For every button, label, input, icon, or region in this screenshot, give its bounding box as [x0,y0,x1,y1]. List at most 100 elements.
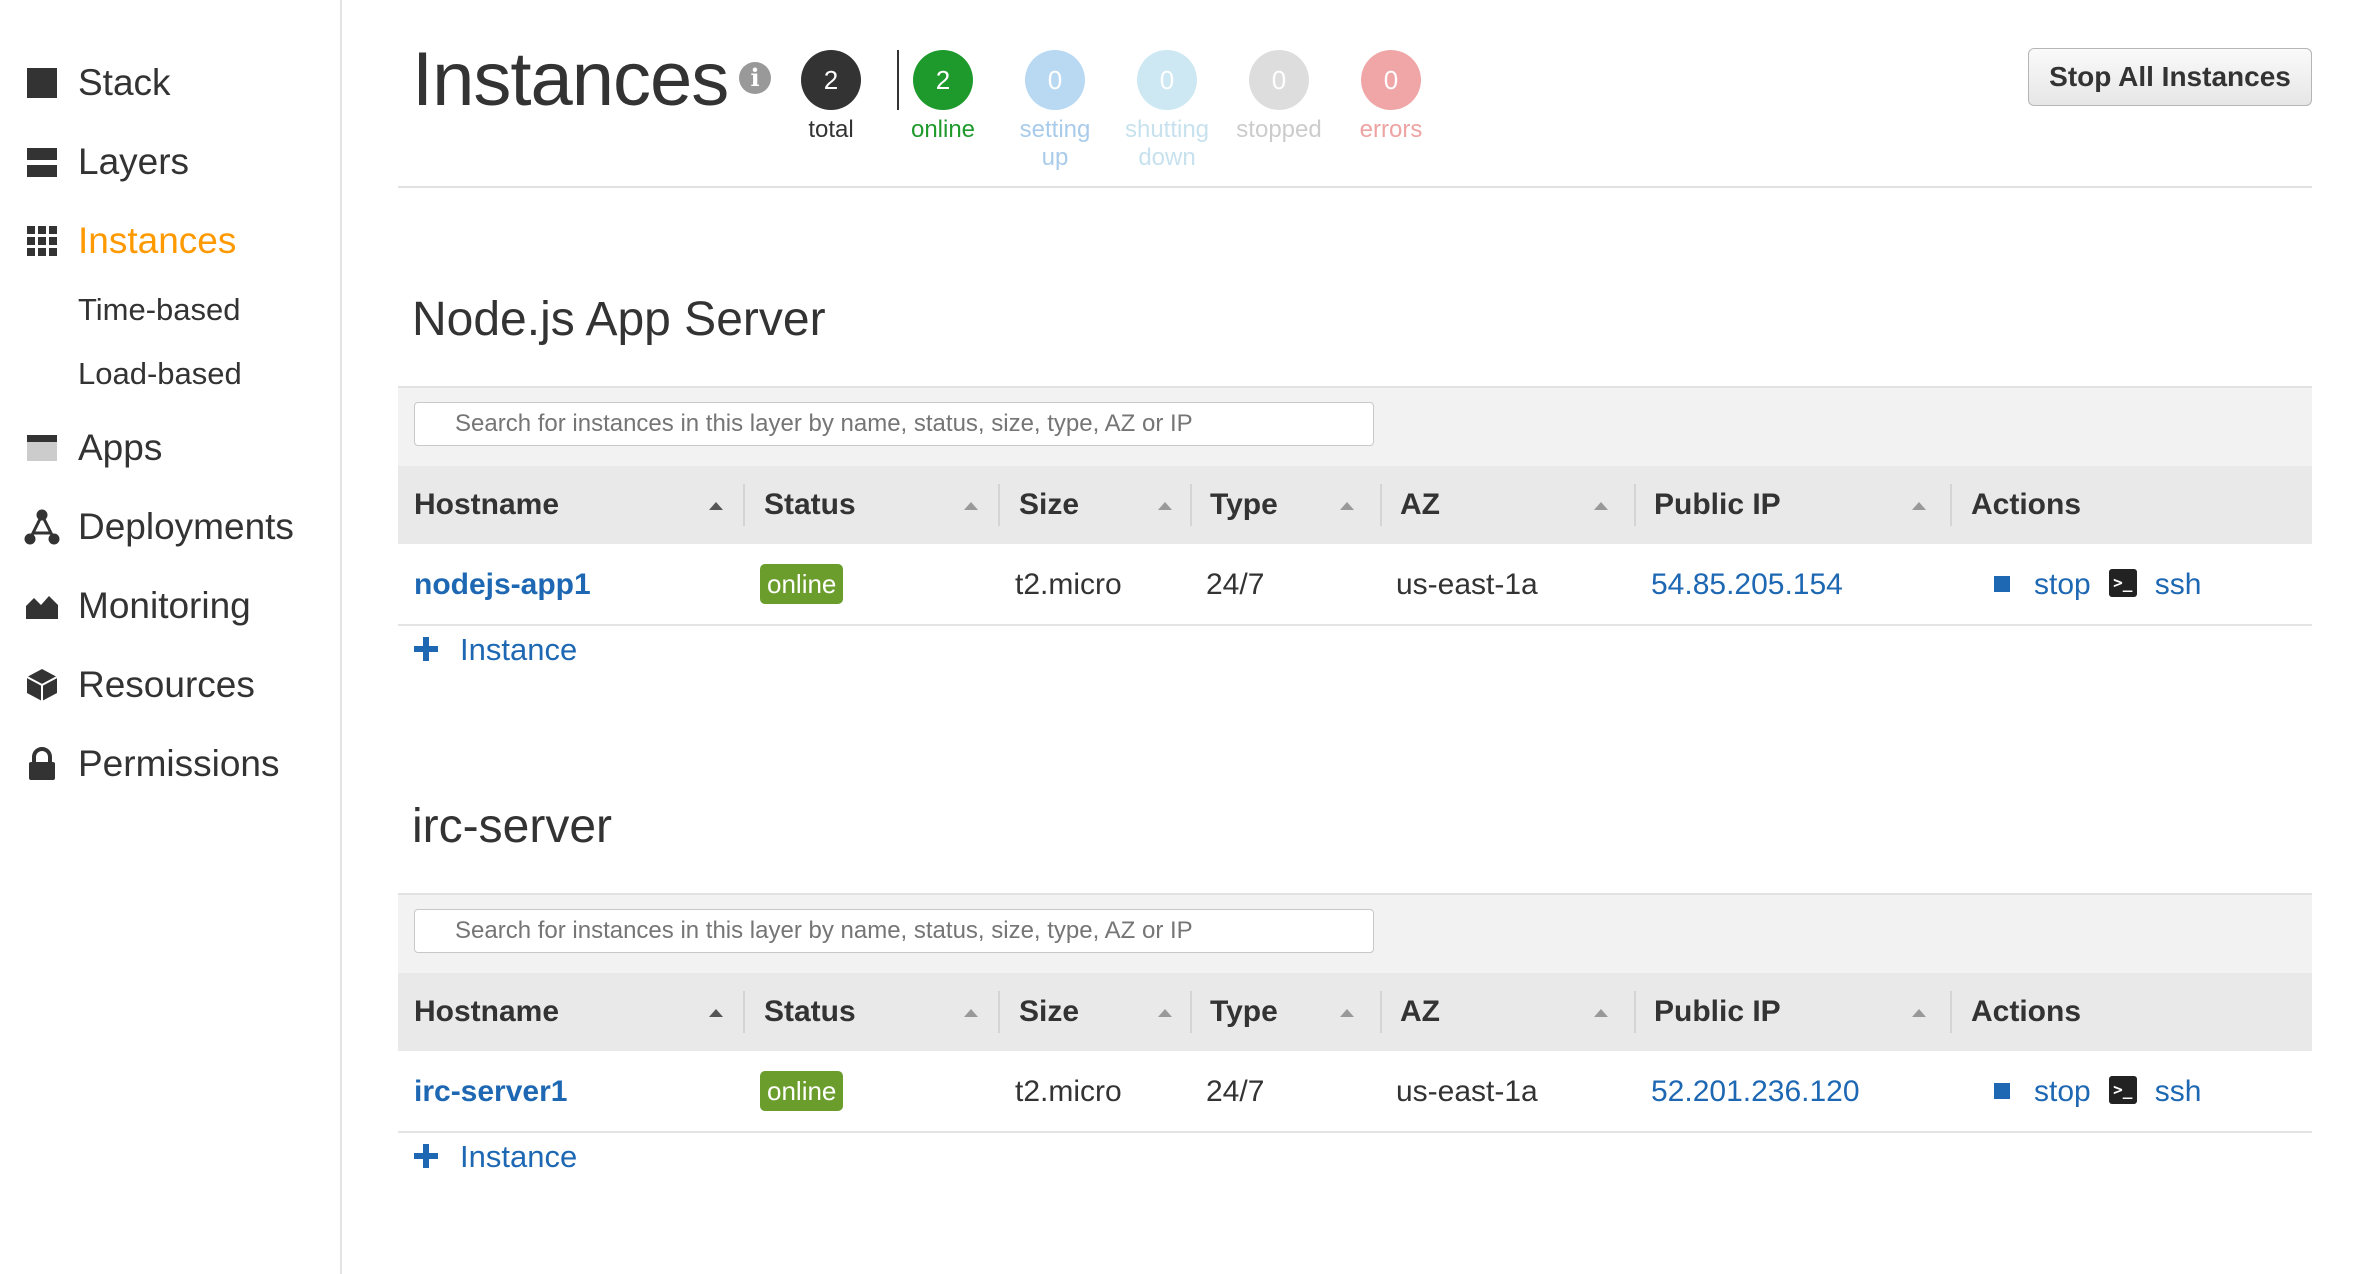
sort-arrow-icon[interactable] [964,502,978,510]
column-header-actions: Actions [1971,488,2082,521]
lock-icon [24,746,60,782]
public-ip-link[interactable]: 52.201.236.120 [1651,1053,1860,1131]
sidebar: Stack Layers Instances Time-based Load-b… [0,0,342,1274]
terminal-icon[interactable]: >_ [2108,569,2137,598]
column-header-type[interactable]: Type [1210,466,1278,544]
stat-online[interactable]: 2 online [883,50,1003,144]
sidebar-item-monitoring[interactable]: Monitoring [24,585,251,627]
sidebar-item-layers[interactable]: Layers [24,141,189,183]
hostname-link[interactable]: nodejs-app1 [414,546,591,624]
sort-arrow-icon[interactable] [1594,502,1608,510]
add-instance-button[interactable]: Instance [414,1139,577,1175]
sort-arrow-icon[interactable] [1912,502,1926,510]
stat-shutting-down[interactable]: 0 shutting down [1107,50,1227,172]
apps-icon [24,430,60,466]
stat-total[interactable]: 2 total [771,50,891,144]
sidebar-item-deployments[interactable]: Deployments [24,506,294,548]
info-icon[interactable]: i [739,62,771,94]
sidebar-item-apps[interactable]: Apps [24,427,162,469]
stat-stopped[interactable]: 0 stopped [1219,50,1339,144]
stat-label: setting up [1019,116,1091,171]
status-badge: online [760,1071,844,1112]
column-separator [1380,484,1382,526]
ssh-link[interactable]: ssh [2155,1075,2202,1108]
sidebar-item-label: Deployments [78,506,294,547]
stat-label: stopped [1236,116,1322,143]
sidebar-item-label: Permissions [78,743,280,784]
type-cell: 24/7 [1206,568,1265,601]
column-header-hostname[interactable]: Hostname [414,466,559,544]
sort-arrow-icon[interactable] [1912,1009,1926,1017]
table-header: Hostname Status Size Type AZ Public IP A… [398,466,2312,544]
size-cell: t2.micro [1015,568,1122,601]
az-cell: us-east-1a [1396,568,1538,601]
ssh-link[interactable]: ssh [2155,568,2202,601]
sidebar-item-instances[interactable]: Instances [24,220,236,262]
sort-arrow-icon[interactable] [1340,1009,1354,1017]
sidebar-subitem-time-based[interactable]: Time-based [78,292,241,328]
column-separator [1190,484,1192,526]
sort-arrow-icon[interactable] [964,1009,978,1017]
table-row: nodejs-app1 online t2.micro 24/7 us-east… [398,546,2312,626]
status-badge: online [760,564,844,605]
actions-cell: stop >_ ssh [1994,1053,2201,1131]
stat-count: 0 [1249,50,1309,110]
plus-icon [414,636,438,661]
column-header-public-ip[interactable]: Public IP [1654,466,1781,544]
stat-label: shutting down [1124,116,1210,171]
layers-icon [24,144,60,180]
sidebar-item-resources[interactable]: Resources [24,664,255,706]
hostname-link[interactable]: irc-server1 [414,1053,567,1131]
sort-arrow-icon[interactable] [1158,1009,1172,1017]
status-cell: online [760,1053,844,1131]
stat-label: online [910,116,976,143]
add-instance-button[interactable]: Instance [414,632,577,668]
stop-icon [1994,576,2010,593]
sort-arrow-icon[interactable] [1340,502,1354,510]
status-cell: online [760,546,844,624]
column-header-public-ip[interactable]: Public IP [1654,973,1781,1051]
monitoring-icon [24,588,60,624]
sort-arrow-icon[interactable] [709,502,723,510]
stop-icon [1994,1083,2010,1100]
sort-arrow-icon[interactable] [1158,502,1172,510]
column-separator [1634,991,1636,1033]
stat-setting-up[interactable]: 0 setting up [995,50,1115,172]
sort-arrow-icon[interactable] [1594,1009,1608,1017]
column-header-status[interactable]: Status [764,466,856,544]
sidebar-item-stack[interactable]: Stack [24,62,171,104]
search-input[interactable] [414,402,1374,446]
column-header-size[interactable]: Size [1019,973,1079,1051]
sidebar-subitem-load-based[interactable]: Load-based [78,356,242,392]
table-header: Hostname Status Size Type AZ Public IP A… [398,973,2312,1051]
column-header-hostname[interactable]: Hostname [414,973,559,1051]
stack-icon [24,65,60,101]
sidebar-item-label: Apps [78,427,163,468]
column-separator [743,484,745,526]
stop-action[interactable]: stop [1994,1075,2091,1108]
stop-action[interactable]: stop [1994,568,2091,601]
public-ip-link[interactable]: 54.85.205.154 [1651,546,1843,624]
stat-errors[interactable]: 0 errors [1331,50,1451,144]
search-input[interactable] [414,909,1374,953]
column-separator [998,484,1000,526]
terminal-icon[interactable]: >_ [2108,1076,2137,1105]
stat-count: 0 [1361,50,1421,110]
sidebar-item-label: Monitoring [78,585,251,626]
plus-icon [414,1143,438,1168]
sidebar-item-label: Stack [78,62,171,103]
stop-all-instances-button[interactable]: Stop All Instances [2028,48,2312,106]
column-header-status[interactable]: Status [764,973,856,1051]
column-header-type[interactable]: Type [1210,973,1278,1051]
column-header-az[interactable]: AZ [1400,466,1440,544]
sort-arrow-icon[interactable] [709,1009,723,1017]
column-header-az[interactable]: AZ [1400,973,1440,1051]
table-row: irc-server1 online t2.micro 24/7 us-east… [398,1053,2312,1133]
size-cell: t2.micro [1015,1075,1122,1108]
column-header-actions: Actions [1971,995,2082,1028]
column-header-size[interactable]: Size [1019,466,1079,544]
stat-count: 0 [1137,50,1197,110]
sidebar-item-label: Layers [78,141,190,182]
sidebar-item-permissions[interactable]: Permissions [24,743,280,785]
stat-count: 0 [1025,50,1085,110]
